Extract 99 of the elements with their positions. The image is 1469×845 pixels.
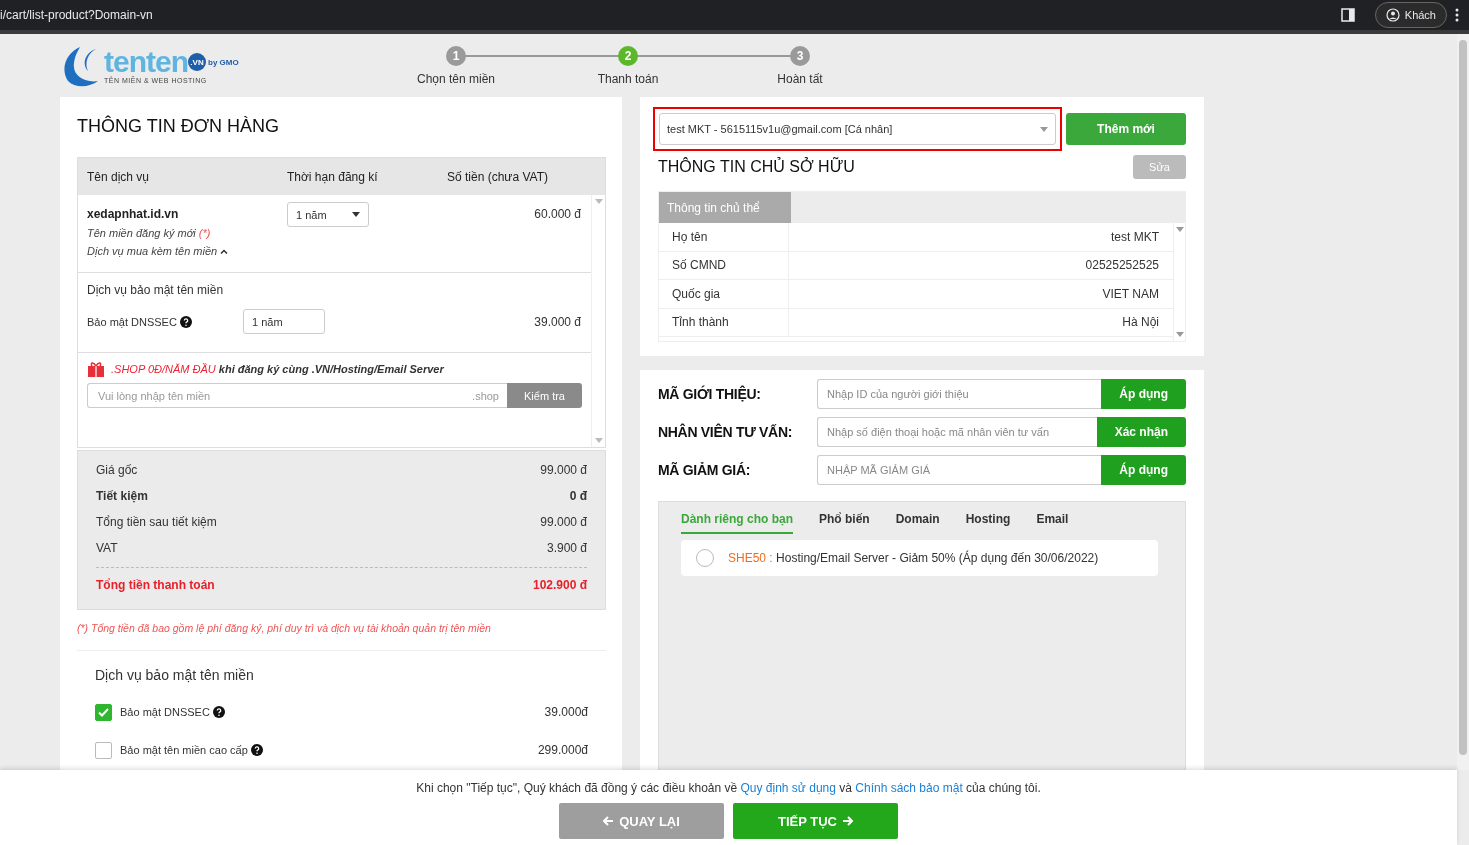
code-field[interactable]: NHẬP MÃ GIẢM GIÁ — [817, 455, 1102, 485]
apply-button[interactable]: Áp dụng — [1101, 379, 1186, 409]
option-label: Bảo mật DNSSEC — [120, 706, 210, 718]
arrow-right-icon — [842, 816, 853, 826]
addons-toggle[interactable]: Dịch vụ mua kèm tên miền — [87, 245, 287, 257]
coupon-card[interactable]: SHE50 : Hosting/Email Server - Giảm 50% (Áp dụng đến 30/06/2022) — [681, 540, 1158, 576]
coupon-tab[interactable]: Domain — [895, 512, 940, 534]
checkbox[interactable] — [95, 741, 112, 759]
logo-badge: .VN — [188, 53, 206, 71]
summary-label: Tổng tiền sau tiết kiệm — [96, 515, 217, 529]
side-panel-icon[interactable] — [1340, 8, 1355, 22]
info-label: Số CMND — [659, 251, 789, 279]
info-value: 02525252525 — [1084, 258, 1160, 273]
add-button[interactable]: Thêm mới — [1066, 113, 1186, 145]
coupon-tab[interactable]: Email — [1036, 512, 1069, 534]
summary-label: Tổng tiền thanh toán — [96, 577, 215, 592]
field-label: MÃ GIẢM GIÁ: — [658, 462, 752, 478]
domain-name: xedapnhat.id.vn — [87, 207, 180, 221]
step-number: 3 — [790, 45, 810, 66]
caret-icon — [594, 438, 603, 443]
apply-button[interactable]: Xác nhận — [1096, 417, 1186, 447]
caret-icon — [594, 199, 603, 204]
field-label: MÃ GIỚI THIỆU: — [658, 386, 762, 402]
help-icon[interactable] — [212, 706, 225, 718]
column-header: Thời hạn đăng kí — [287, 169, 379, 184]
term-select[interactable]: 1 năm — [287, 202, 369, 227]
step-label: Hoàn tất — [777, 71, 823, 86]
check-icon — [98, 707, 109, 717]
price: 60.000 đ — [533, 207, 581, 223]
info-tab[interactable]: Thông tin chủ thể — [659, 192, 791, 223]
check-button[interactable]: Kiểm tra — [507, 383, 582, 408]
code-field[interactable]: Nhập ID của người giới thiệu — [817, 379, 1102, 409]
owner-select[interactable]: test MKT - 5615115v1u@gmail.com [Cá nhân] — [659, 113, 1056, 145]
summary-label: VAT — [96, 541, 118, 555]
step-number: 2 — [618, 45, 638, 66]
summary-value: 0 đ — [569, 489, 587, 503]
help-icon[interactable] — [250, 744, 263, 756]
promo-text: .SHOP 0Đ/NĂM ĐẦU khi đăng ký cùng .VN/Hosting/Email Server — [111, 363, 444, 375]
terms-text: Khi chọn "Tiếp tục", Quý khách đã đồng ý các điều khoản về Quy định sử dụng và Chính sách bảo mật của chúng tôi. — [416, 781, 1041, 795]
code-field[interactable]: Nhập số điện thoại hoặc mã nhân viên tư vấn — [817, 417, 1097, 447]
price: 39.000 đ — [533, 314, 581, 329]
privacy-link[interactable]: Chính sách bảo mật — [855, 781, 963, 795]
option-label: Bảo mật tên miền cao cấp — [120, 744, 248, 756]
term-field[interactable]: 1 năm — [243, 309, 325, 334]
step-number: 1 — [446, 45, 466, 66]
gift-icon — [87, 361, 105, 377]
scrollbar[interactable] — [1173, 223, 1185, 341]
info-label: Quốc gia — [659, 280, 789, 308]
summary-label: Tiết kiệm — [96, 489, 148, 503]
summary-value: 99.000 đ — [540, 463, 587, 477]
user-icon — [1385, 8, 1400, 22]
profile-button[interactable]: Khách — [1374, 2, 1447, 28]
domain-note: Tên miền đăng ký mới (*) — [87, 227, 212, 239]
summary-value: 102.900 đ — [532, 577, 587, 592]
apply-button[interactable]: Áp dụng — [1101, 455, 1186, 485]
section-title: THÔNG TIN ĐƠN HÀNG — [77, 116, 281, 137]
coupon-tab[interactable]: Dành riêng cho bạn — [681, 512, 793, 534]
column-header: Tên dịch vụ — [87, 169, 151, 184]
summary-label: Giá gốc — [96, 463, 138, 477]
checkbox[interactable] — [95, 703, 112, 721]
address-bar[interactable]: i/cart/list-product?Domain-vn — [0, 8, 1341, 22]
column-header: Số tiền (chưa VAT) — [447, 169, 549, 184]
option-price: 299.000đ — [537, 743, 588, 757]
addon-group: Dịch vụ bảo mật tên miền — [87, 283, 581, 297]
scrollbar[interactable] — [591, 195, 605, 447]
step-label: Chọn tên miền — [416, 71, 495, 86]
option-price: 39.000đ — [544, 705, 588, 719]
arrow-left-icon — [603, 816, 615, 826]
info-value: Hà Nội — [1121, 315, 1160, 330]
coupon-tab[interactable]: Hosting — [965, 512, 1011, 534]
section-title: Dịch vụ bảo mật tên miền — [95, 667, 255, 683]
caret-icon — [1175, 227, 1184, 232]
logo-text: by GMO — [208, 57, 239, 67]
radio-button[interactable] — [696, 549, 714, 567]
caret-icon — [1175, 332, 1184, 337]
help-icon[interactable] — [179, 315, 192, 328]
coupon-text: SHE50 : Hosting/Email Server - Giảm 50% (Áp dụng đến 30/06/2022) — [728, 551, 1099, 565]
info-value: test MKT — [1110, 229, 1160, 244]
logo-text: tenten — [104, 47, 188, 77]
info-label: Họ tên — [659, 223, 789, 251]
scrollbar[interactable] — [1457, 34, 1469, 770]
info-value: VIET NAM — [1101, 286, 1160, 301]
coupon-tab[interactable]: Phổ biến — [819, 512, 870, 534]
back-button[interactable]: QUAY LẠI — [559, 803, 724, 839]
summary-value: 3.900 đ — [546, 541, 587, 555]
continue-button[interactable]: TIẾP TỤC — [733, 803, 898, 839]
terms-link[interactable]: Quy định sử dụng — [740, 781, 836, 795]
footnote: (*) Tổng tiền đã bao gồm lệ phí đăng ký, phí duy trì và dịch vụ tài khoản quản trị tên miền — [77, 622, 606, 651]
step-label: Thanh toán — [597, 71, 659, 86]
chevron-icon — [220, 248, 229, 254]
section-title: THÔNG TIN CHỦ SỞ HỮU — [658, 158, 855, 176]
addon-label: Bảo mật DNSSEC — [87, 315, 177, 328]
caret-icon — [352, 212, 360, 217]
more-icon[interactable] — [1455, 8, 1459, 22]
caret-icon — [1040, 126, 1048, 132]
field-label: NHÂN VIÊN TƯ VẤN: — [658, 424, 794, 440]
summary-value: 99.000 đ — [540, 515, 587, 529]
info-label: Tỉnh thành — [659, 308, 789, 336]
domain-search-field[interactable]: Vui lòng nhập tên miền .shop — [87, 383, 507, 408]
